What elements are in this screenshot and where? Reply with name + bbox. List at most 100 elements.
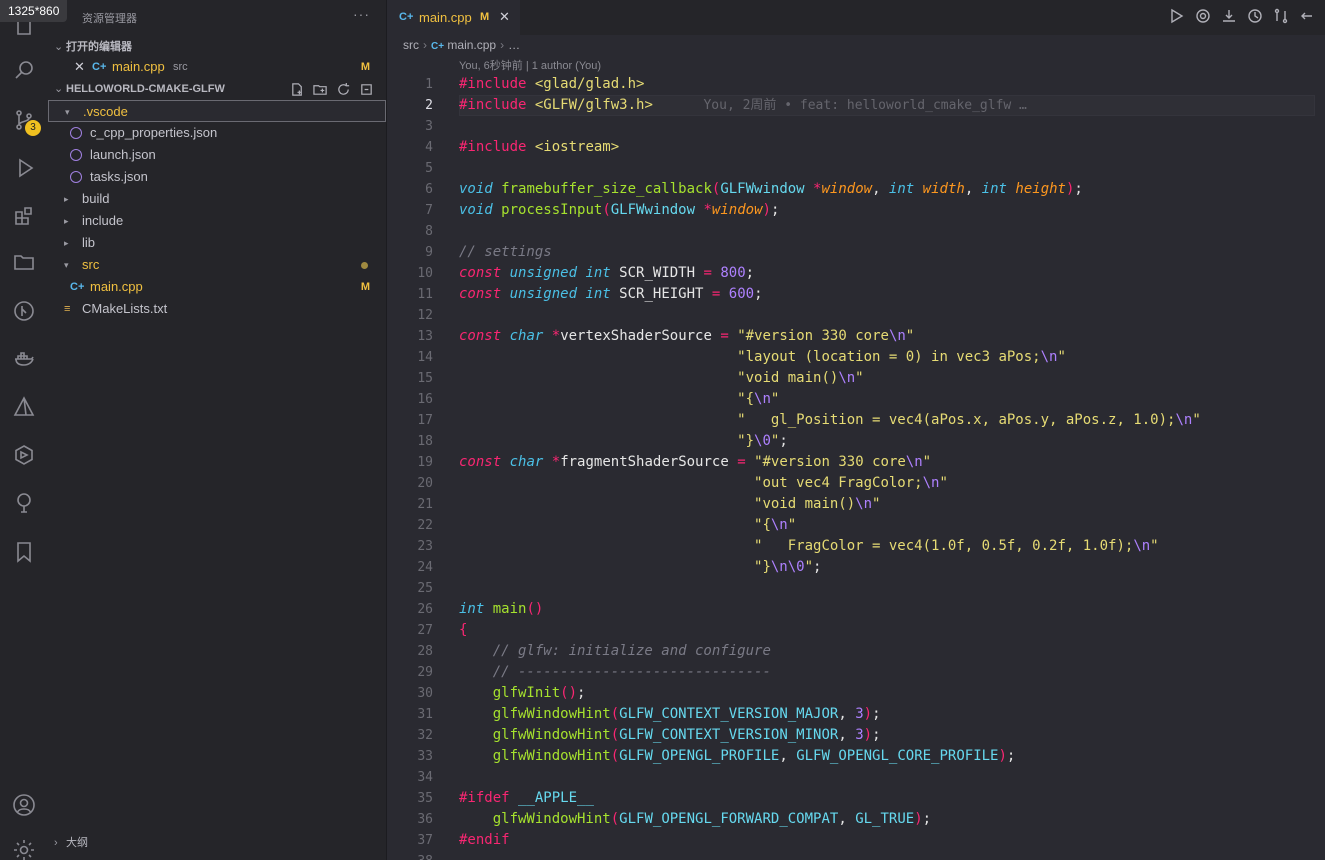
- bookmark-icon[interactable]: [10, 538, 38, 566]
- code-line[interactable]: 8: [387, 221, 1325, 242]
- vscode-window: 1325*860 3 资源管理器 ··· ⌄ 打开的编辑器 ✕ C+ main.c…: [0, 0, 1325, 860]
- code-line[interactable]: 35 #ifdef __APPLE__: [387, 788, 1325, 809]
- download-icon[interactable]: [1221, 8, 1237, 24]
- tree-item-main-cpp[interactable]: C+ main.cpp M: [48, 276, 386, 298]
- code-line[interactable]: 32 glfwWindowHint(GLFW_CONTEXT_VERSION_M…: [387, 725, 1325, 746]
- line-number: 18: [417, 434, 433, 449]
- code-line[interactable]: 9 // settings: [387, 242, 1325, 263]
- code-line[interactable]: 21 "void main()\n": [387, 494, 1325, 515]
- code-line[interactable]: 24 "}\n\0";: [387, 557, 1325, 578]
- code-line[interactable]: 6 void framebuffer_size_callback(GLFWwind…: [387, 179, 1325, 200]
- more-actions-icon[interactable]: ···: [353, 6, 370, 22]
- tree-icon[interactable]: [10, 489, 38, 517]
- open-editor-item[interactable]: ✕ C+ main.cpp src M: [48, 56, 386, 78]
- code-line[interactable]: 11 const unsigned int SCR_HEIGHT = 600;: [387, 284, 1325, 305]
- code-line[interactable]: 25: [387, 578, 1325, 599]
- history-icon[interactable]: [1247, 8, 1263, 24]
- code-text: "}\0";: [737, 433, 788, 449]
- go-back-icon[interactable]: [1299, 8, 1315, 24]
- line-number: 5: [425, 161, 433, 176]
- code-line[interactable]: 20 "out vec4 FragColor;\n": [387, 473, 1325, 494]
- tree-item-lib[interactable]: ▸ lib: [48, 232, 386, 254]
- container-icon[interactable]: [10, 441, 38, 469]
- code-line[interactable]: 1 #include <glad/glad.h>: [387, 74, 1325, 95]
- run-debug-icon[interactable]: [10, 154, 38, 182]
- tree-item-c-cpp-properties[interactable]: c_cpp_properties.json: [48, 122, 386, 144]
- code-line[interactable]: 33 glfwWindowHint(GLFW_OPENGL_PROFILE, G…: [387, 746, 1325, 767]
- cmake-icon[interactable]: [10, 393, 38, 421]
- code-line[interactable]: 12: [387, 305, 1325, 326]
- code-line[interactable]: 13 const char *vertexShaderSource = "#ver…: [387, 326, 1325, 347]
- run-icon[interactable]: [1169, 8, 1185, 24]
- code-line[interactable]: 5: [387, 158, 1325, 179]
- code-text: "void main()\n": [737, 370, 864, 386]
- code-line[interactable]: 26 int main(): [387, 599, 1325, 620]
- code-line[interactable]: 34: [387, 767, 1325, 788]
- tree-item-src[interactable]: ▾ src: [48, 254, 386, 276]
- line-number: 25: [417, 581, 433, 596]
- git-blame-annotation: You, 2周前 • feat: helloworld_cmake_glfw …: [703, 98, 1027, 113]
- code-line[interactable]: 19 const char *fragmentShaderSource = "#v…: [387, 452, 1325, 473]
- gear-icon[interactable]: [1195, 8, 1211, 24]
- code-line[interactable]: 7 void processInput(GLFWwindow *window);: [387, 200, 1325, 221]
- code-line[interactable]: 22 "{\n": [387, 515, 1325, 536]
- collapse-all-icon[interactable]: [359, 82, 374, 97]
- code-line[interactable]: 31 glfwWindowHint(GLFW_CONTEXT_VERSION_M…: [387, 704, 1325, 725]
- tree-item-cmakelists[interactable]: ≡ CMakeLists.txt: [48, 298, 386, 320]
- cpp-file-icon: C+: [70, 281, 85, 293]
- close-icon[interactable]: ✕: [74, 56, 85, 78]
- code-text: #include <iostream>: [459, 139, 620, 155]
- folder-icon[interactable]: [10, 248, 38, 276]
- tree-item-vscode[interactable]: ▾ .vscode: [48, 100, 386, 122]
- settings-gear-icon[interactable]: [10, 836, 38, 860]
- compare-changes-icon[interactable]: [1273, 8, 1289, 24]
- close-icon[interactable]: ✕: [499, 9, 510, 25]
- code-line[interactable]: 18 "}\0";: [387, 431, 1325, 452]
- code-text: glfwWindowHint(GLFW_CONTEXT_VERSION_MAJO…: [492, 706, 881, 722]
- tree-item-launch-json[interactable]: launch.json: [48, 144, 386, 166]
- chevron-right-icon: ›: [54, 837, 58, 849]
- code-line[interactable]: 28 // glfw: initialize and configure: [387, 641, 1325, 662]
- code-line[interactable]: 38: [387, 851, 1325, 860]
- code-line[interactable]: 14 "layout (location = 0) in vec3 aPos;\…: [387, 347, 1325, 368]
- git-codelens[interactable]: You, 6秒钟前 | 1 author (You): [459, 57, 601, 73]
- code-line[interactable]: 4 #include <iostream>: [387, 137, 1325, 158]
- explorer-sidebar: 资源管理器 ··· ⌄ 打开的编辑器 ✕ C+ main.cpp src M ⌄ H…: [48, 0, 387, 860]
- tab-main-cpp[interactable]: C+ main.cpp M ✕: [387, 0, 520, 35]
- code-line[interactable]: 30 glfwInit();: [387, 683, 1325, 704]
- scm-badge: 3: [25, 120, 41, 136]
- code-line[interactable]: 10 const unsigned int SCR_WIDTH = 800;: [387, 263, 1325, 284]
- search-icon[interactable]: [10, 56, 38, 84]
- code-line[interactable]: 23 " FragColor = vec4(1.0f, 0.5f, 0.2f, …: [387, 536, 1325, 557]
- new-folder-icon[interactable]: [313, 82, 328, 97]
- open-editors-header[interactable]: ⌄ 打开的编辑器: [54, 38, 132, 54]
- account-icon[interactable]: [10, 791, 38, 819]
- line-number: 31: [417, 707, 433, 722]
- code-line[interactable]: 17 " gl_Position = vec4(aPos.x, aPos.y, …: [387, 410, 1325, 431]
- outline-header[interactable]: › 大纲: [54, 834, 88, 850]
- code-line[interactable]: 37 #endif: [387, 830, 1325, 851]
- chevron-right-icon: ▸: [64, 238, 69, 248]
- code-line[interactable]: 2 #include <GLFW/glfw3.h> You, 2周前 • feat…: [387, 95, 1325, 116]
- extensions-icon[interactable]: [10, 202, 38, 230]
- tree-item-tasks-json[interactable]: tasks.json: [48, 166, 386, 188]
- code-line[interactable]: 27 {: [387, 620, 1325, 641]
- refresh-icon[interactable]: [336, 82, 351, 97]
- code-text: " gl_Position = vec4(aPos.x, aPos.y, aPo…: [737, 412, 1201, 428]
- breadcrumb-file[interactable]: main.cpp: [447, 38, 496, 52]
- code-line[interactable]: 15 "void main()\n": [387, 368, 1325, 389]
- breadcrumb-folder[interactable]: src: [403, 38, 419, 52]
- breadcrumb-more[interactable]: …: [508, 38, 520, 52]
- docker-icon[interactable]: [10, 345, 38, 373]
- project-header[interactable]: ⌄ HELLOWORLD-CMAKE-GLFW: [54, 82, 225, 95]
- code-line[interactable]: 36 glfwWindowHint(GLFW_OPENGL_FORWARD_CO…: [387, 809, 1325, 830]
- tree-item-include[interactable]: ▸ include: [48, 210, 386, 232]
- new-file-icon[interactable]: [290, 82, 305, 97]
- git-graph-icon[interactable]: [10, 297, 38, 325]
- json-file-icon: [70, 127, 82, 139]
- code-line[interactable]: 29 // ------------------------------: [387, 662, 1325, 683]
- code-line[interactable]: 3: [387, 116, 1325, 137]
- tree-item-build[interactable]: ▸ build: [48, 188, 386, 210]
- code-line[interactable]: 16 "{\n": [387, 389, 1325, 410]
- line-number: 13: [417, 329, 433, 344]
